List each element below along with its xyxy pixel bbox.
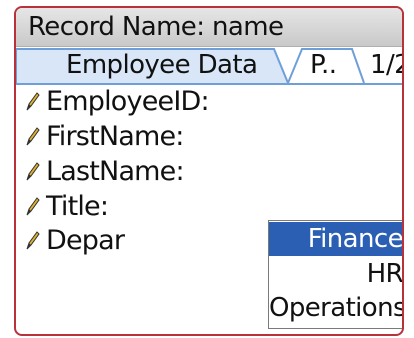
tab-employee-data[interactable]: Employee Data [66, 49, 258, 81]
field-label: Title: [46, 191, 109, 222]
pencil-icon [26, 127, 40, 146]
field-label: FirstName: [46, 121, 184, 152]
field-label: LastName: [46, 156, 185, 187]
dropdown-option-finance[interactable]: Finance [269, 222, 402, 256]
tab-page-indicator: 1/2 [370, 50, 402, 80]
record-name-title: Record Name: name [28, 12, 284, 42]
tab-strip: Employee Data P.. 1/2 [16, 47, 402, 85]
pencil-icon [26, 162, 40, 181]
pencil-icon [26, 197, 40, 216]
device-screen: Record Name: name Employee Data P.. 1/2 … [14, 6, 404, 336]
title-bar: Record Name: name [16, 8, 402, 47]
dropdown-option-hr[interactable]: HR [269, 257, 402, 291]
pencil-icon [26, 92, 40, 111]
tab-p[interactable]: P.. [310, 49, 337, 81]
pencil-icon [26, 231, 40, 250]
dropdown-option-operations[interactable]: Operations [269, 291, 402, 325]
field-label: EmployeeID: [46, 86, 210, 117]
department-dropdown[interactable]: Finance HR Operations [268, 220, 402, 329]
field-label: Depar [46, 225, 125, 256]
